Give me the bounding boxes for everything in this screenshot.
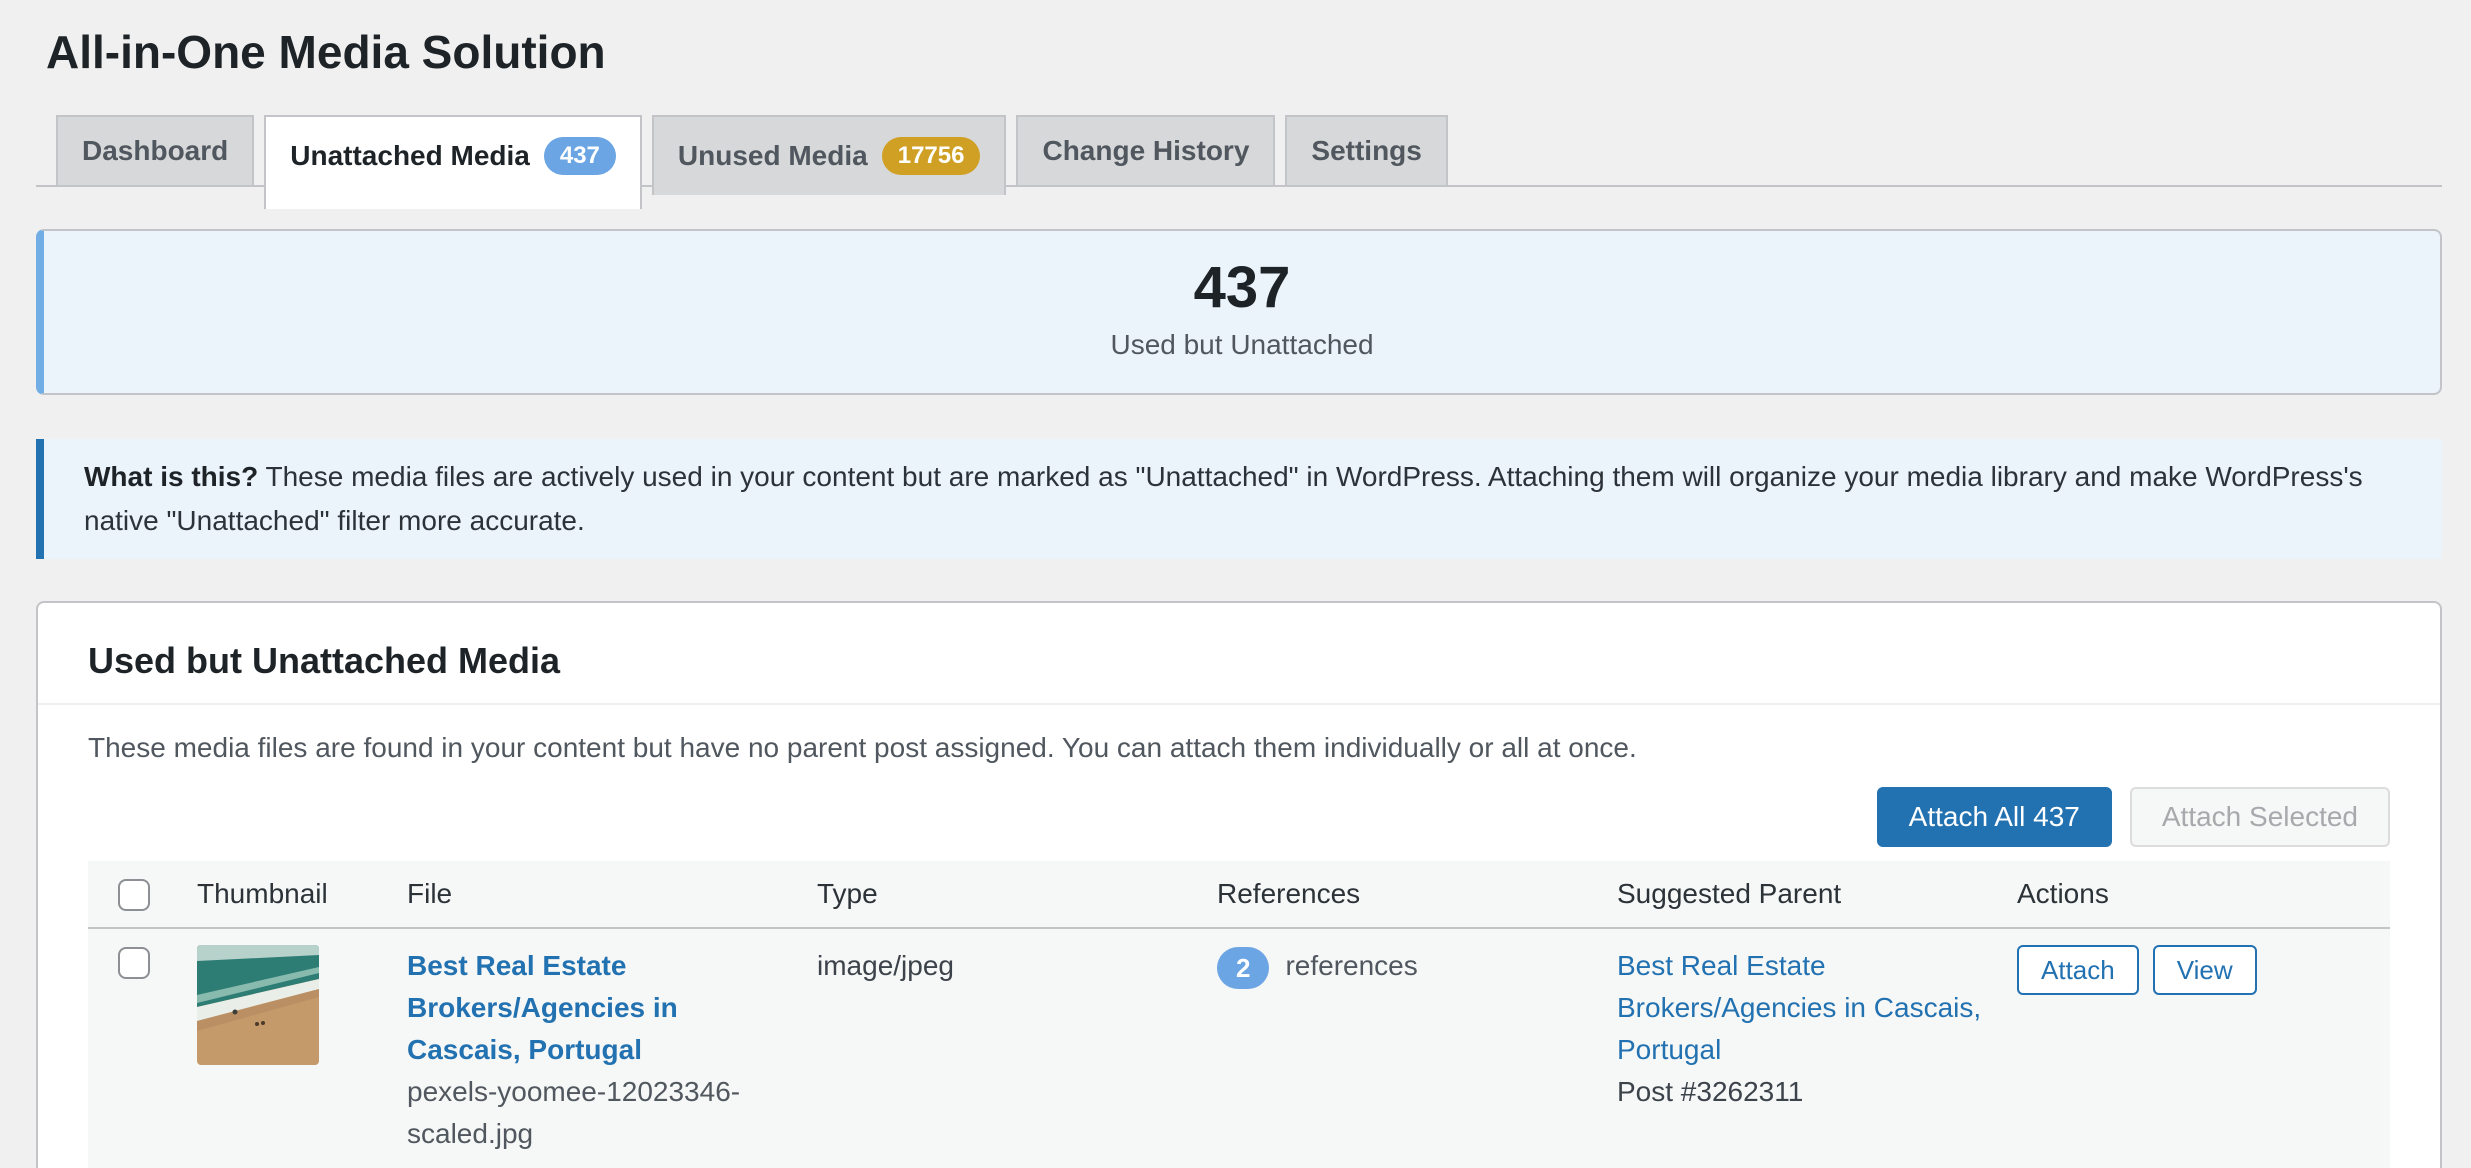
suggested-parent-link[interactable]: Best Real Estate Brokers/Agencies in Cas…	[1617, 950, 1981, 1065]
tab-label: Dashboard	[82, 137, 228, 165]
column-header-type: Type	[802, 861, 1202, 928]
attach-button[interactable]: Attach	[2017, 945, 2139, 995]
file-name: pexels-yoomee-12023346-scaled.jpg	[407, 1071, 787, 1155]
page-title: All-in-One Media Solution	[36, 0, 2442, 78]
column-header-file: File	[392, 861, 802, 928]
stat-label: Used but Unattached	[44, 331, 2440, 359]
tab-change-history[interactable]: Change History	[1016, 115, 1275, 185]
tab-label: Change History	[1042, 137, 1249, 165]
table-row: Best Real Estate Brokers/Agencies in Cas…	[88, 928, 2390, 1168]
references-label: references	[1285, 945, 1417, 987]
file-title-link[interactable]: Best Real Estate Brokers/Agencies in Cas…	[407, 950, 678, 1065]
select-all-checkbox[interactable]	[118, 879, 150, 911]
unattached-count-badge: 437	[544, 137, 616, 175]
suggested-parent-post-id: Post #3262311	[1617, 1071, 1987, 1113]
page-wrap: All-in-One Media Solution Dashboard Unat…	[0, 0, 2471, 1168]
info-notice: What is this? These media files are acti…	[36, 439, 2442, 559]
notice-body: These media files are actively used in y…	[84, 461, 2363, 536]
mime-type: image/jpeg	[802, 928, 1202, 1168]
tab-unused-media[interactable]: Unused Media 17756	[652, 115, 1007, 195]
attach-selected-button[interactable]: Attach Selected	[2130, 787, 2390, 847]
table-header-row: Thumbnail File Type References Suggested…	[88, 861, 2390, 928]
bulk-actions-bar: Attach All 437 Attach Selected	[38, 763, 2440, 861]
media-table: Thumbnail File Type References Suggested…	[88, 861, 2390, 1168]
attach-all-button[interactable]: Attach All 437	[1877, 787, 2112, 847]
view-button[interactable]: View	[2153, 945, 2257, 995]
tab-label: Settings	[1311, 137, 1421, 165]
tab-bar: Dashboard Unattached Media 437 Unused Me…	[36, 115, 2442, 187]
media-thumbnail	[197, 945, 319, 1065]
tab-label: Unattached Media	[290, 142, 530, 170]
column-header-thumbnail: Thumbnail	[182, 861, 392, 928]
unattached-media-card: Used but Unattached Media These media fi…	[36, 601, 2442, 1168]
notice-lead: What is this?	[84, 461, 258, 492]
tab-unattached-media[interactable]: Unattached Media 437	[264, 115, 642, 209]
row-checkbox[interactable]	[118, 947, 150, 979]
stats-box: 437 Used but Unattached	[36, 229, 2442, 395]
tab-label: Unused Media	[678, 142, 868, 170]
unused-count-badge: 17756	[882, 137, 981, 175]
card-heading: Used but Unattached Media	[38, 603, 2440, 705]
column-header-references: References	[1202, 861, 1602, 928]
card-description: These media files are found in your cont…	[38, 705, 2440, 763]
tab-dashboard[interactable]: Dashboard	[56, 115, 254, 185]
beach-photo-image	[197, 945, 319, 1065]
tab-settings[interactable]: Settings	[1285, 115, 1447, 185]
column-header-actions: Actions	[2002, 861, 2390, 928]
column-header-suggested-parent: Suggested Parent	[1602, 861, 2002, 928]
stat-count: 437	[44, 259, 2440, 317]
references-count-badge: 2	[1217, 947, 1269, 989]
